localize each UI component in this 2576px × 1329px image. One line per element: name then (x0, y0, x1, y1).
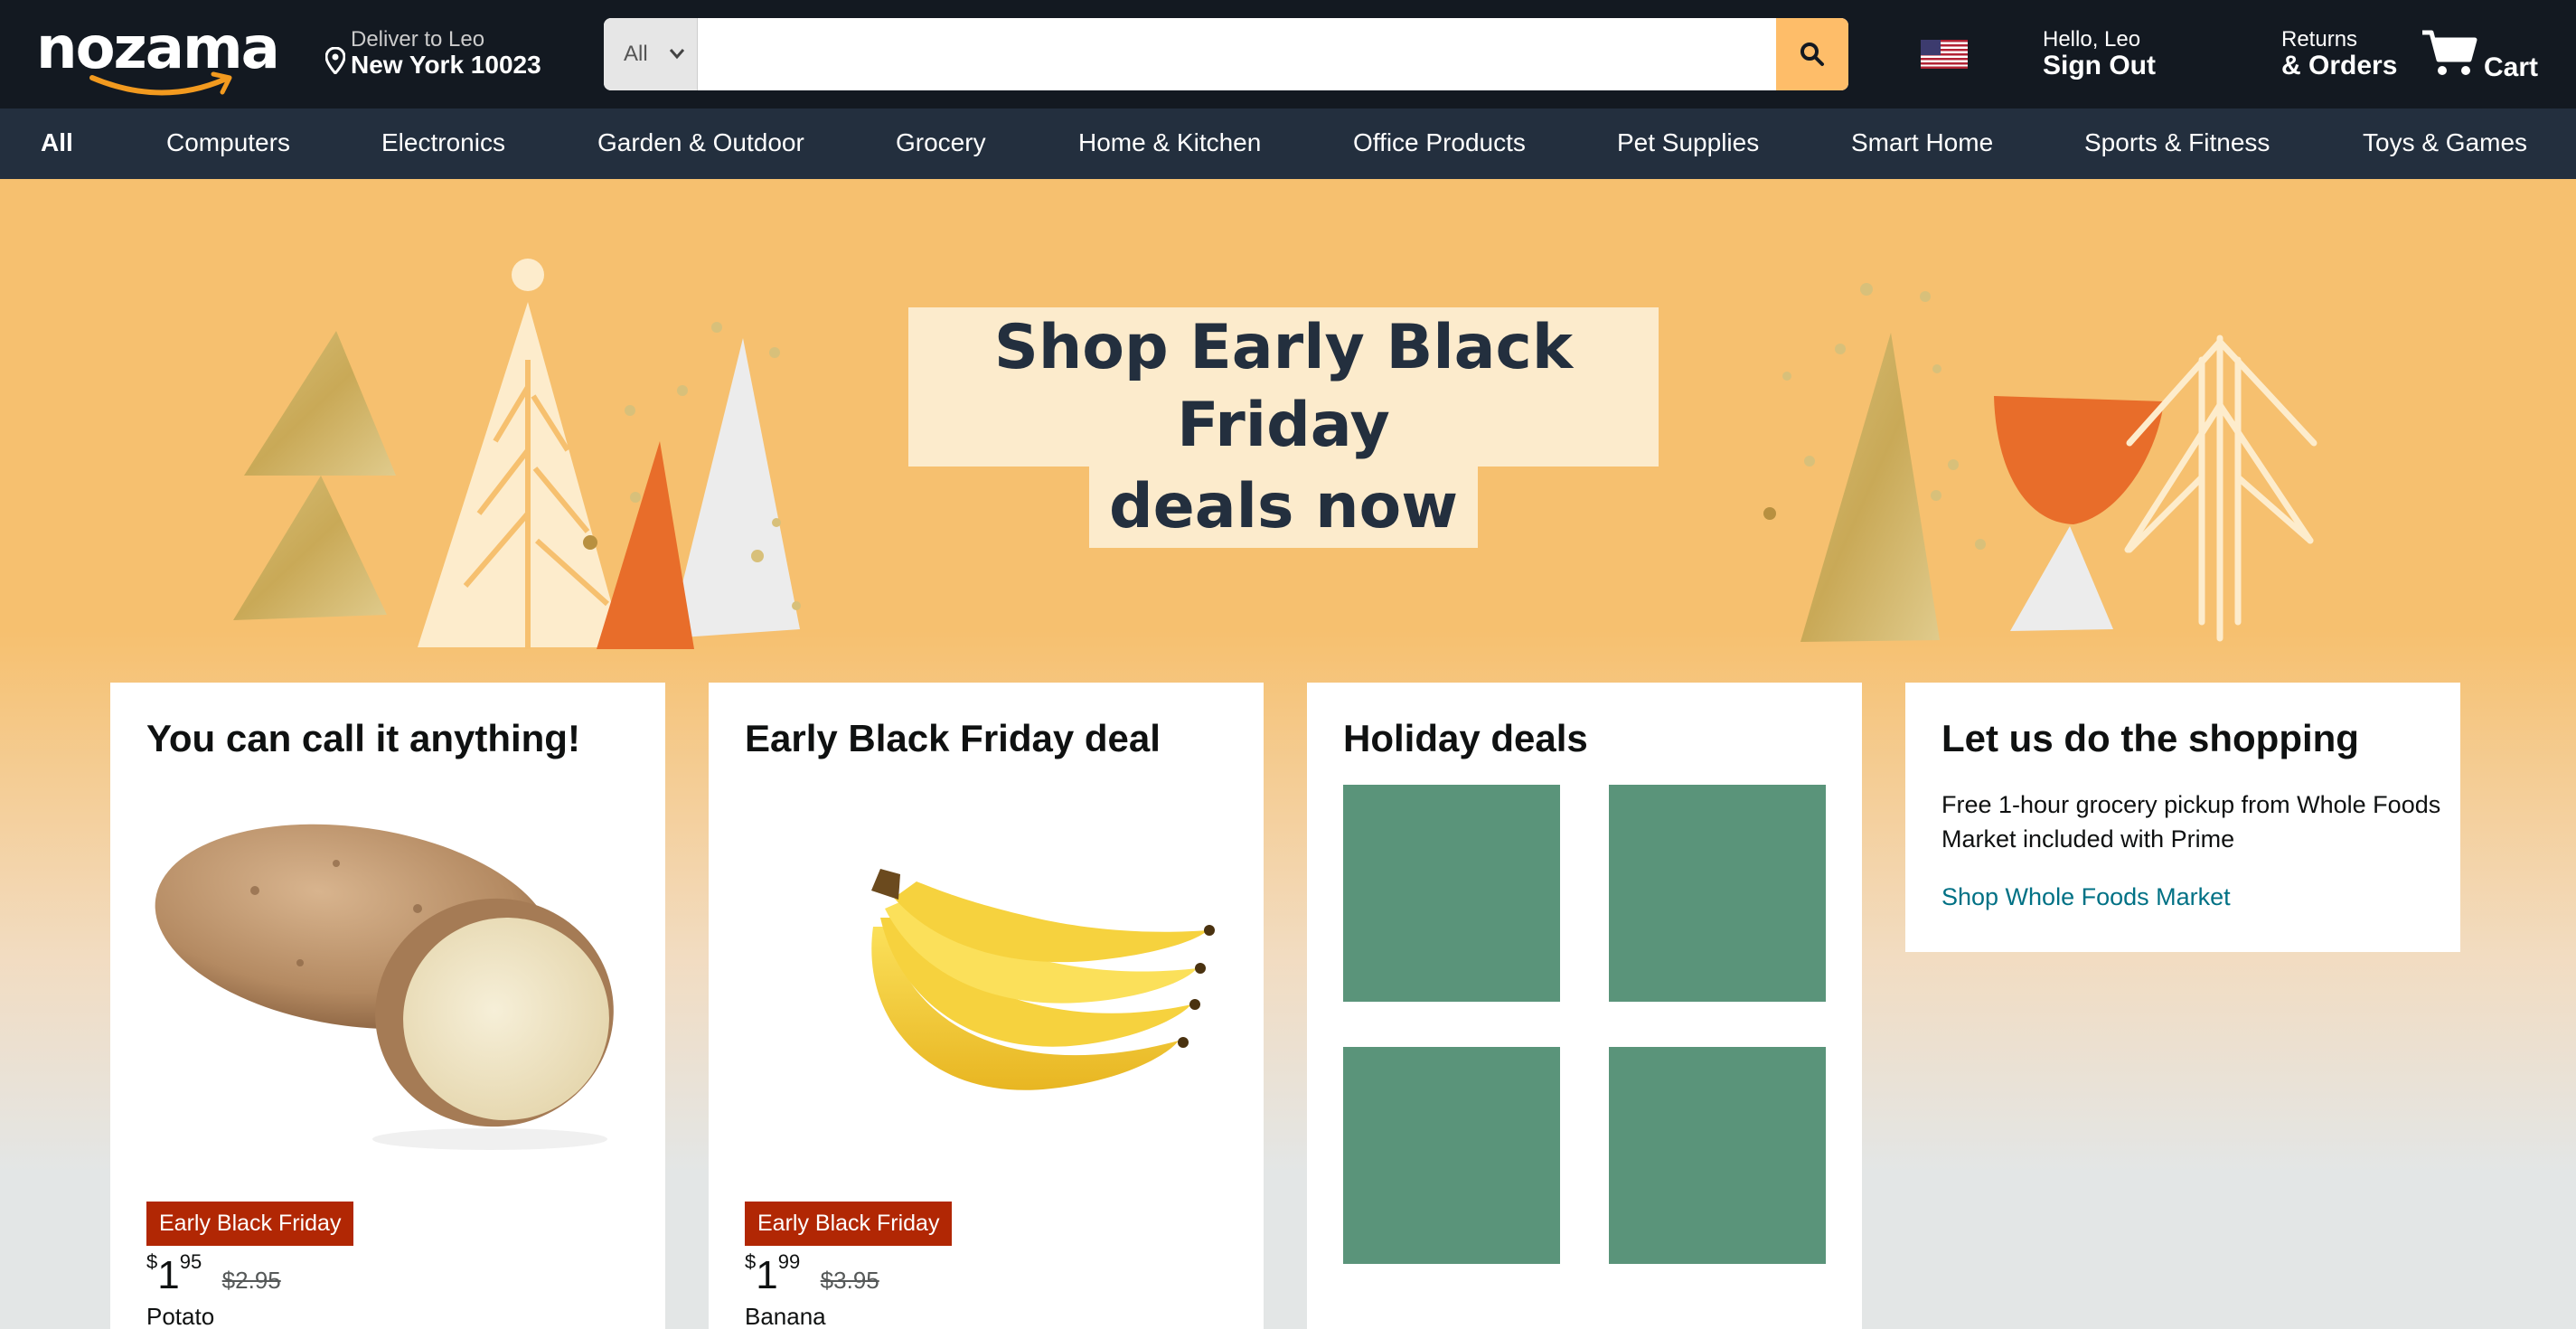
product-name[interactable]: Potato (146, 1303, 214, 1329)
deal-badge: Early Black Friday (146, 1202, 354, 1246)
nav-item-home-kitchen[interactable]: Home & Kitchen (1078, 128, 1261, 157)
sign-out-link[interactable]: Sign Out (2043, 51, 2156, 81)
orders-label: & Orders (2281, 51, 2398, 80)
returns-orders[interactable]: Returns & Orders (2281, 27, 2397, 81)
location-pin-icon (325, 47, 345, 74)
shop-whole-foods-link[interactable]: Shop Whole Foods Market (1941, 883, 2231, 911)
account-greeting: Hello, Leo (2043, 27, 2141, 52)
deal-card-potato[interactable]: You can call it anything! Early Black Fr… (110, 683, 665, 1329)
cart-icon (2422, 30, 2477, 75)
headline-line-2: deals now (1088, 467, 1479, 548)
price-currency: $ (745, 1250, 757, 1273)
search-icon (1800, 42, 1824, 66)
price-fraction: 99 (777, 1250, 801, 1273)
price: $199 $3.95 (745, 1250, 879, 1298)
cart-button[interactable]: Cart (2421, 27, 2540, 82)
logo[interactable]: nozama (34, 14, 280, 96)
returns-label: Returns (2281, 27, 2358, 52)
old-price: $2.95 (221, 1267, 281, 1294)
logo-smile-icon (89, 71, 232, 96)
price-whole: 1 (157, 1253, 180, 1297)
card-description: Free 1-hour grocery pickup from Whole Fo… (1941, 791, 2441, 853)
deal-tile[interactable] (1343, 1047, 1560, 1264)
deal-badge: Early Black Friday (745, 1202, 953, 1246)
potato-image[interactable] (146, 782, 629, 1162)
card-title: Early Black Friday deal (745, 717, 1161, 759)
nav-item-pet-supplies[interactable]: Pet Supplies (1617, 128, 1759, 157)
card-title: Let us do the shopping (1941, 717, 2359, 759)
deal-card-banana[interactable]: Early Black Friday deal Early Black Frid… (709, 683, 1264, 1329)
deliver-label: Deliver to Leo (351, 27, 485, 52)
deal-tile[interactable] (1609, 785, 1826, 1002)
deliver-location: New York 10023 (351, 51, 541, 79)
search-category-select[interactable]: All (604, 18, 698, 90)
card-title: Holiday deals (1343, 717, 1588, 759)
deal-tile[interactable] (1343, 785, 1560, 1002)
category-nav: All Computers Electronics Garden & Outdo… (0, 108, 2576, 179)
hero-headline: Shop Early Black Friday deals now (908, 307, 1659, 548)
nav-item-smart-home[interactable]: Smart Home (1851, 128, 1993, 157)
nav-item-sports-fitness[interactable]: Sports & Fitness (2084, 128, 2270, 157)
nav-item-electronics[interactable]: Electronics (381, 128, 505, 157)
product-name[interactable]: Banana (745, 1303, 826, 1329)
nav-item-grocery[interactable]: Grocery (896, 128, 986, 157)
price: $195 $2.95 (146, 1250, 281, 1298)
card-title: You can call it anything! (146, 717, 580, 759)
banana-image[interactable] (745, 782, 1227, 1162)
search-bar: All (604, 18, 1848, 90)
nav-item-all[interactable]: All (41, 128, 73, 157)
top-header: nozama Deliver to Leo New York 10023 All (0, 0, 2576, 108)
holiday-deals-card: Holiday deals (1307, 683, 1862, 1329)
chevron-down-icon (669, 49, 685, 60)
nav-item-office-products[interactable]: Office Products (1353, 128, 1526, 157)
account-menu[interactable]: Hello, Leo Sign Out (2043, 27, 2156, 81)
headline-line-1: Shop Early Black Friday (908, 307, 1659, 467)
logo-text: nozama (36, 15, 280, 82)
old-price: $3.95 (820, 1267, 879, 1294)
price-fraction: 95 (179, 1250, 202, 1273)
price-whole: 1 (756, 1253, 778, 1297)
search-input[interactable] (698, 18, 1776, 90)
search-button[interactable] (1776, 18, 1848, 90)
price-currency: $ (146, 1250, 158, 1273)
search-category-label: All (624, 42, 648, 66)
nav-item-computers[interactable]: Computers (166, 128, 290, 157)
nav-item-toys-games[interactable]: Toys & Games (2363, 128, 2527, 157)
cart-label: Cart (2484, 52, 2539, 82)
deal-tile[interactable] (1609, 1047, 1826, 1264)
nav-item-garden-outdoor[interactable]: Garden & Outdoor (597, 128, 804, 157)
us-flag-icon[interactable] (1921, 40, 1968, 69)
grocery-pickup-card: Let us do the shopping Free 1-hour groce… (1905, 683, 2460, 952)
